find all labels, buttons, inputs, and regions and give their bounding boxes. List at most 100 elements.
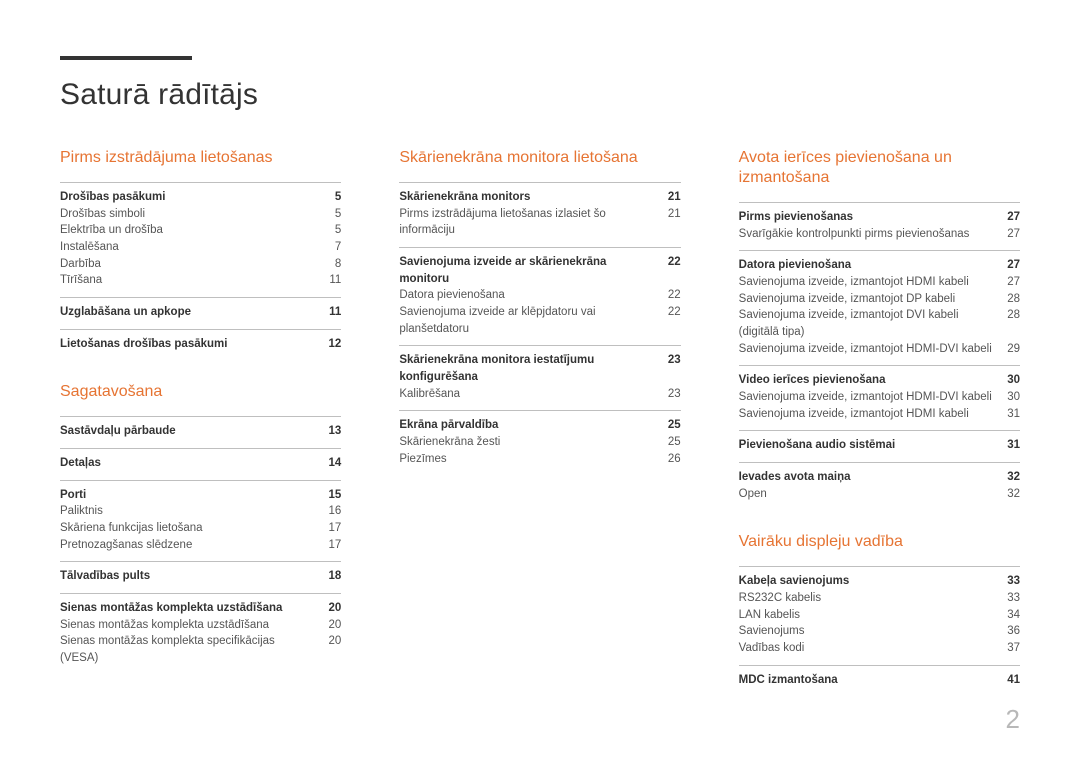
toc-entry-page: 5 (335, 189, 341, 206)
toc-entry-label: Sienas montāžas komplekta uzstādīšana (60, 617, 315, 634)
toc-entry[interactable]: Savienojuma izveide, izmantojot HDMI-DVI… (739, 341, 1020, 358)
toc-entry[interactable]: Sienas montāžas komplekta specifikācijas… (60, 633, 341, 666)
toc-entry-head[interactable]: Porti 15 (60, 487, 341, 504)
toc-entry-head[interactable]: Pirms pievienošanas27 (739, 209, 1020, 226)
toc-entry[interactable]: Skārienekrāna žesti25 (399, 434, 680, 451)
toc-entry-label: RS232C kabelis (739, 590, 994, 607)
toc-entry-head[interactable]: Skārienekrāna monitors21 (399, 189, 680, 206)
toc-entry[interactable]: Savienojuma izveide, izmantojot HDMI-DVI… (739, 389, 1020, 406)
toc-entry-label: Savienojuma izveide ar skārienekrāna mon… (399, 254, 654, 287)
toc-entry-page: 23 (668, 352, 681, 385)
toc-group: Skārienekrāna monitors21Pirms izstrādāju… (399, 182, 680, 239)
toc-section: Sagatavošana Sastāvdaļu pārbaude13 Detaļas… (60, 382, 341, 666)
toc-entry-page: 26 (668, 451, 681, 468)
toc-entry[interactable]: Sienas montāžas komplekta uzstādīšana 20 (60, 617, 341, 634)
toc-entry-page: 32 (1007, 469, 1020, 486)
toc-entry-head[interactable]: Lietošanas drošības pasākumi12 (60, 336, 341, 353)
toc-section-title[interactable]: Sagatavošana (60, 382, 341, 402)
toc-entry-page: 20 (329, 617, 342, 634)
toc-group: Sastāvdaļu pārbaude13 (60, 416, 341, 440)
toc-entry[interactable]: Savienojums36 (739, 623, 1020, 640)
toc-entry-page: 37 (1007, 640, 1020, 657)
toc-entry-label: Skāriena funkcijas lietošana (60, 520, 315, 537)
toc-entry-label: Piezīmes (399, 451, 654, 468)
toc-entry[interactable]: Kalibrēšana23 (399, 386, 680, 403)
toc-entry-page: 11 (329, 272, 341, 289)
toc-entry-head[interactable]: MDC izmantošana41 (739, 672, 1020, 689)
toc-entry-head[interactable]: Tālvadības pults18 (60, 568, 341, 585)
toc-entry-label: Savienojuma izveide, izmantojot HDMI kab… (739, 406, 994, 423)
toc-entry-head[interactable]: Datora pievienošana27 (739, 257, 1020, 274)
toc-group: Detaļas14 (60, 448, 341, 472)
toc-entry-label: Savienojums (739, 623, 994, 640)
toc-section: Avota ierīces pievienošana un izmantošan… (739, 148, 1020, 502)
title-accent-bar (60, 56, 192, 60)
toc-section-title[interactable]: Vairāku displeju vadība (739, 532, 1020, 552)
toc-entry[interactable]: Pirms izstrādājuma lietošanas izlasiet š… (399, 206, 680, 239)
toc-entry-label: Pretnozagšanas slēdzene (60, 537, 315, 554)
toc-entry-page: 8 (335, 256, 341, 273)
toc-entry-head[interactable]: Sastāvdaļu pārbaude13 (60, 423, 341, 440)
toc-group: Datora pievienošana27Savienojuma izveide… (739, 250, 1020, 357)
toc-entry-label: Drošības pasākumi (60, 189, 321, 206)
toc-entry-page: 21 (668, 206, 681, 239)
toc-entry[interactable]: Paliktnis16 (60, 503, 341, 520)
toc-entry-page: 27 (1007, 257, 1020, 274)
toc-section: Pirms izstrādājuma lietošanas Drošības pa… (60, 148, 341, 352)
toc-entry[interactable]: Savienojuma izveide, izmantojot HDMI kab… (739, 406, 1020, 423)
toc-entry[interactable]: Savienojuma izveide, izmantojot DVI kabe… (739, 307, 1020, 340)
toc-entry[interactable]: Savienojuma izveide, izmantojot HDMI kab… (739, 274, 1020, 291)
toc-entry-page: 15 (329, 487, 342, 504)
toc-entry[interactable]: Tīrīšana11 (60, 272, 341, 289)
toc-entry-page: 30 (1007, 372, 1020, 389)
toc-entry-label: Savienojuma izveide ar klēpjdatoru vai p… (399, 304, 654, 337)
toc-entry[interactable]: Datora pievienošana 22 (399, 287, 680, 304)
toc-entry-page: 18 (329, 568, 342, 585)
toc-entry[interactable]: Elektrība un drošība5 (60, 222, 341, 239)
toc-section-title[interactable]: Pirms izstrādājuma lietošanas (60, 148, 341, 168)
toc-entry-page: 5 (335, 206, 341, 223)
toc-group: Lietošanas drošības pasākumi12 (60, 329, 341, 353)
toc-entry-label: Svarīgākie kontrolpunkti pirms pievienoš… (739, 226, 994, 243)
toc-entry-head[interactable]: Video ierīces pievienošana30 (739, 372, 1020, 389)
toc-entry[interactable]: Vadības kodi37 (739, 640, 1020, 657)
toc-entry[interactable]: Piezīmes 26 (399, 451, 680, 468)
toc-entry-page: 22 (668, 254, 681, 287)
toc-entry[interactable]: RS232C kabelis33 (739, 590, 1020, 607)
toc-entry-label: Datora pievienošana (399, 287, 654, 304)
toc-entry[interactable]: LAN kabelis34 (739, 607, 1020, 624)
toc-entry-head[interactable]: Detaļas14 (60, 455, 341, 472)
toc-entry[interactable]: Skāriena funkcijas lietošana17 (60, 520, 341, 537)
toc-entry-label: Ekrāna pārvaldība (399, 417, 654, 434)
toc-section-title[interactable]: Skārienekrāna monitora lietošana (399, 148, 680, 168)
toc-entry[interactable]: Savienojuma izveide, izmantojot DP kabel… (739, 291, 1020, 308)
toc-entry[interactable]: Open32 (739, 486, 1020, 503)
toc-group: Pirms pievienošanas27Svarīgākie kontrolp… (739, 202, 1020, 242)
toc-entry-head[interactable]: Skārienekrāna monitora iestatījumu konfi… (399, 352, 680, 385)
toc-entry-page: 12 (329, 336, 342, 353)
toc-entry-page: 22 (668, 287, 681, 304)
toc-entry[interactable]: Drošības simboli5 (60, 206, 341, 223)
toc-entry-head[interactable]: Pievienošana audio sistēmai31 (739, 437, 1020, 454)
toc-entry[interactable]: Darbība8 (60, 256, 341, 273)
toc-entry-head[interactable]: Ekrāna pārvaldība25 (399, 417, 680, 434)
toc-entry[interactable]: Pretnozagšanas slēdzene17 (60, 537, 341, 554)
toc-entry-head[interactable]: Ievades avota maiņa32 (739, 469, 1020, 486)
toc-entry[interactable]: Svarīgākie kontrolpunkti pirms pievienoš… (739, 226, 1020, 243)
toc-entry-page: 16 (329, 503, 342, 520)
toc-entry-page: 27 (1007, 209, 1020, 226)
toc-entry-label: Savienojuma izveide, izmantojot HDMI-DVI… (739, 341, 994, 358)
toc-entry-label: Porti (60, 487, 315, 504)
toc-entry-page: 28 (1007, 307, 1020, 340)
toc-entry-page: 14 (329, 455, 342, 472)
toc-entry-head[interactable]: Sienas montāžas komplekta uzstādīšana20 (60, 600, 341, 617)
toc-entry[interactable]: Savienojuma izveide ar klēpjdatoru vai p… (399, 304, 680, 337)
toc-entry-label: Uzglabāšana un apkope (60, 304, 315, 321)
toc-entry-head[interactable]: Savienojuma izveide ar skārienekrāna mon… (399, 254, 680, 287)
toc-entry[interactable]: Instalēšana7 (60, 239, 341, 256)
toc-entry-head[interactable]: Uzglabāšana un apkope11 (60, 304, 341, 321)
toc-entry-head[interactable]: Drošības pasākumi 5 (60, 189, 341, 206)
toc-entry-head[interactable]: Kabeļa savienojums33 (739, 573, 1020, 590)
toc-entry-label: Pievienošana audio sistēmai (739, 437, 994, 454)
toc-section-title[interactable]: Avota ierīces pievienošana un izmantošan… (739, 148, 1020, 188)
